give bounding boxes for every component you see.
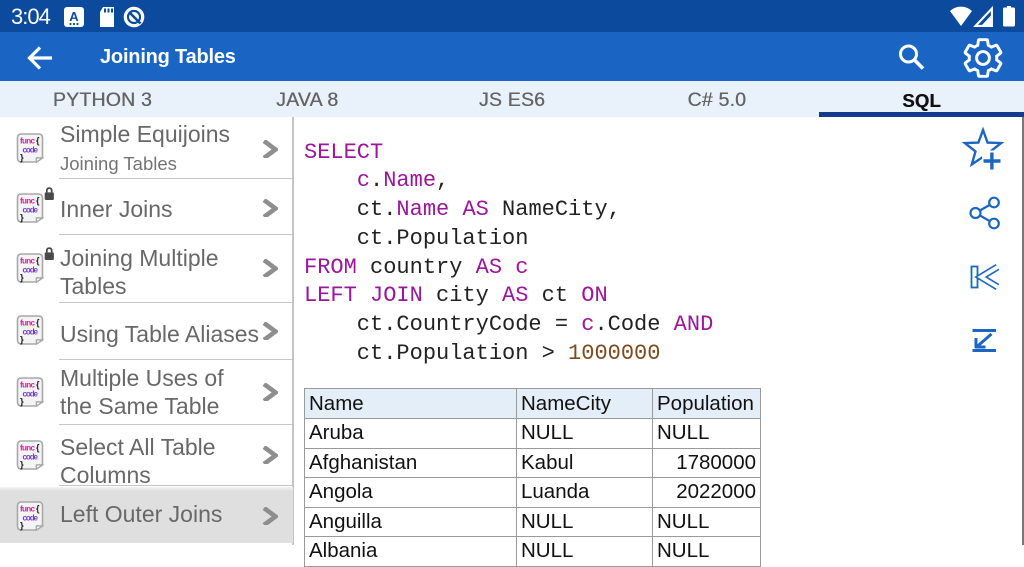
svg-text:A: A xyxy=(69,9,79,24)
